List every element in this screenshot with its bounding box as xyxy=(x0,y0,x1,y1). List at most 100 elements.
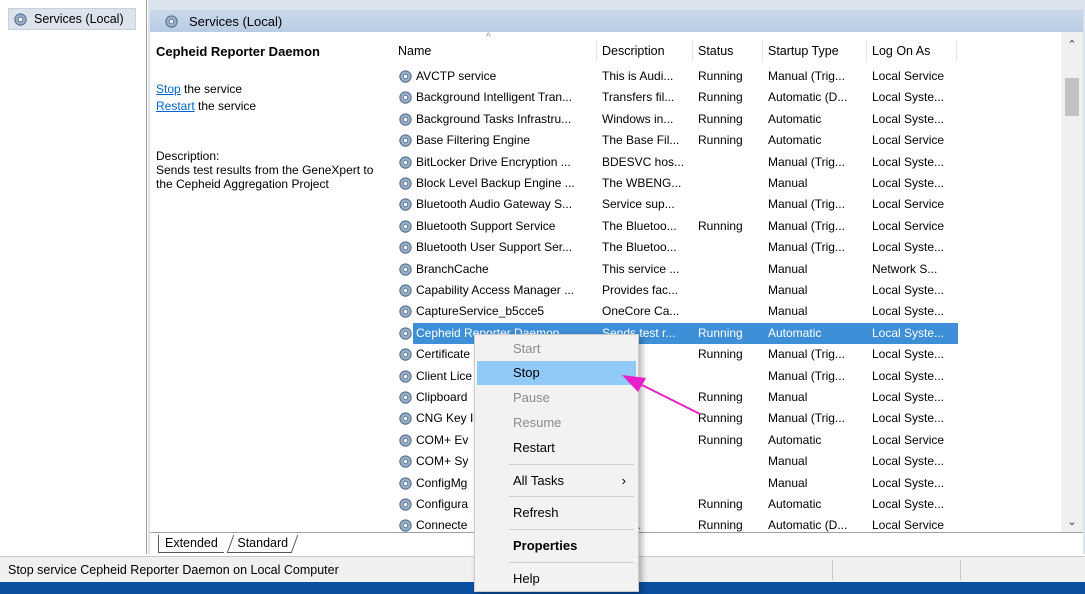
menu-item-refresh[interactable]: Refresh xyxy=(477,501,636,525)
restart-link-suffix: the service xyxy=(194,99,257,113)
service-log-on-cell: Local Syste... xyxy=(872,454,945,469)
service-startup-type-cell: Manual (Trig... xyxy=(768,240,845,255)
gear-icon xyxy=(398,390,413,405)
service-name-cell: Background Intelligent Tran... xyxy=(398,87,603,108)
service-status-cell xyxy=(698,366,764,387)
table-row[interactable]: Bluetooth Audio Gateway S... Service sup.… xyxy=(382,194,1082,215)
gear-icon xyxy=(398,112,413,127)
selected-service-name: Cepheid Reporter Daemon xyxy=(156,44,320,59)
column-header-log-on-as[interactable]: Log On As xyxy=(872,44,930,58)
table-row[interactable]: BranchCache This service ... Manual Network… xyxy=(382,259,1082,280)
service-startup-type-cell: Manual xyxy=(768,283,808,297)
gear-icon xyxy=(398,518,413,532)
vertical-scrollbar[interactable]: ⌃ ⌄ xyxy=(1061,32,1083,532)
service-name: BitLocker Drive Encryption ... xyxy=(416,154,571,169)
service-name: Background Tasks Infrastru... xyxy=(416,111,572,126)
menu-separator xyxy=(509,529,634,530)
table-row[interactable]: BitLocker Drive Encryption ... BDESVC hos… xyxy=(382,152,1082,173)
menu-item-help[interactable]: Help xyxy=(477,567,636,591)
tab-standard[interactable]: Standard xyxy=(226,535,299,553)
console-tree: Services (Local) xyxy=(0,0,147,554)
table-row[interactable]: Background Intelligent Tran... Transfers … xyxy=(382,87,1082,108)
menu-item-properties[interactable]: Properties xyxy=(477,534,636,558)
service-name: Bluetooth Support Service xyxy=(416,218,556,233)
column-divider[interactable] xyxy=(866,40,867,62)
service-name-cell: Background Tasks Infrastru... xyxy=(398,109,603,130)
service-description-cell: This is Audi... xyxy=(602,69,674,83)
column-divider[interactable] xyxy=(692,40,693,62)
service-status-cell: Running xyxy=(698,518,743,532)
gear-icon xyxy=(398,454,413,469)
gear-icon xyxy=(398,283,413,298)
table-row[interactable]: Background Tasks Infrastru... Windows in.… xyxy=(382,109,1082,130)
menu-item-stop[interactable]: Stop xyxy=(477,361,636,385)
menu-item-resume[interactable]: Resume xyxy=(477,411,636,435)
menu-item-all-tasks[interactable]: All Tasks › xyxy=(477,469,636,493)
column-header-status[interactable]: Status xyxy=(698,44,733,58)
column-header-startup-type[interactable]: Startup Type xyxy=(768,44,839,58)
menu-item-start[interactable]: Start xyxy=(477,337,636,361)
service-log-on-cell: Local Service xyxy=(872,432,945,447)
service-name: Client Lice xyxy=(416,368,473,383)
table-row[interactable]: Bluetooth Support Service The Bluetoo... R… xyxy=(382,216,1082,237)
service-description-cell: OneCore Ca... xyxy=(602,304,680,319)
service-description-cell: BDESVC hos... xyxy=(602,154,685,169)
service-name-cell: Capability Access Manager ... xyxy=(398,280,603,301)
service-status-cell: Running xyxy=(698,347,743,362)
service-status-cell: Running xyxy=(698,411,743,426)
service-detail-panel: Cepheid Reporter Daemon Stop the service… xyxy=(150,32,382,532)
column-header-description[interactable]: Description xyxy=(602,44,665,58)
service-startup-type-cell: Manual xyxy=(768,304,808,319)
menu-item-all-tasks-label: All Tasks xyxy=(513,473,565,488)
table-row[interactable]: Block Level Backup Engine ... The WBENG..… xyxy=(382,173,1082,194)
menu-separator xyxy=(509,496,634,497)
service-name: Capability Access Manager ... xyxy=(416,283,575,297)
scrollbar-thumb[interactable] xyxy=(1065,78,1079,116)
service-log-on-cell: Local Syste... xyxy=(872,176,945,190)
gear-icon xyxy=(398,326,413,341)
service-startup-type-cell: Manual (Trig... xyxy=(768,69,845,83)
gear-icon xyxy=(398,133,413,148)
service-startup-type-cell: Automatic xyxy=(768,497,822,511)
service-log-on-cell: Local Service xyxy=(872,518,945,532)
column-header-name[interactable]: Name xyxy=(398,44,431,58)
service-name: ConfigMg xyxy=(416,475,468,490)
service-startup-type-cell: Manual xyxy=(768,261,808,276)
service-status-cell: Running xyxy=(698,432,743,447)
table-row[interactable]: AVCTP service This is Audi... Running Manua… xyxy=(382,66,1082,87)
service-startup-type-cell: Automatic xyxy=(768,133,822,148)
table-row[interactable]: Bluetooth User Support Ser... The Bluetoo… xyxy=(382,237,1082,258)
scroll-up-icon[interactable]: ⌃ xyxy=(1061,38,1083,51)
service-description-cell: Provides fac... xyxy=(602,283,679,297)
stop-service-link[interactable]: Stop xyxy=(156,82,181,96)
column-divider[interactable] xyxy=(762,40,763,62)
column-divider[interactable] xyxy=(956,40,957,62)
gear-icon xyxy=(398,155,413,170)
gear-icon xyxy=(398,369,413,384)
menu-item-pause[interactable]: Pause xyxy=(477,386,636,410)
service-name: Clipboard xyxy=(416,390,468,404)
service-log-on-cell: Local Service xyxy=(872,133,945,148)
restart-service-link[interactable]: Restart xyxy=(156,99,195,113)
tree-item-services-local[interactable]: Services (Local) xyxy=(8,8,136,30)
table-row[interactable]: CaptureService_b5cce5 OneCore Ca... Manual… xyxy=(382,301,1082,322)
menu-item-restart[interactable]: Restart xyxy=(477,436,636,460)
service-startup-type-cell: Manual (Trig... xyxy=(768,218,845,233)
table-row[interactable]: Capability Access Manager ... Provides fa… xyxy=(382,280,1082,301)
service-status-cell xyxy=(698,301,764,322)
service-startup-type-cell: Automatic xyxy=(768,111,822,126)
submenu-arrow-icon: › xyxy=(621,473,626,488)
service-name: AVCTP service xyxy=(416,69,497,83)
service-name: Connecte xyxy=(416,518,468,532)
service-log-on-cell: Local Syste... xyxy=(872,283,945,297)
tab-extended[interactable]: Extended xyxy=(158,535,224,553)
gear-icon xyxy=(13,12,28,27)
service-name: Base Filtering Engine xyxy=(416,133,531,148)
service-status-cell xyxy=(698,280,764,301)
column-divider[interactable] xyxy=(596,40,597,62)
service-actions: Stop the service Restart the service xyxy=(156,81,382,115)
service-startup-type-cell: Manual (Trig... xyxy=(768,197,845,212)
scroll-down-icon[interactable]: ⌄ xyxy=(1061,515,1083,528)
gear-icon xyxy=(398,433,413,448)
table-row[interactable]: Base Filtering Engine The Base Fil... Runn… xyxy=(382,130,1082,151)
